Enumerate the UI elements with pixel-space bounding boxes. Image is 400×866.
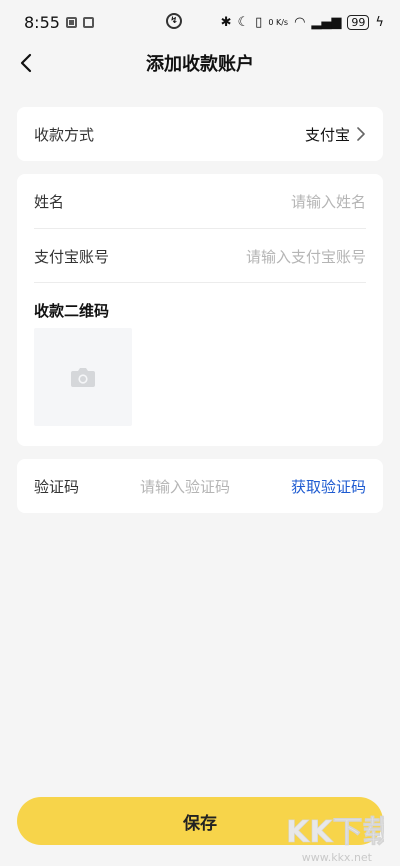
chevron-right-icon bbox=[357, 127, 365, 141]
camera-icon bbox=[71, 368, 95, 387]
name-row: 姓名 请输入姓名 bbox=[34, 174, 366, 228]
bluetooth-icon: ✱ bbox=[220, 14, 232, 30]
notification-icon-2 bbox=[82, 16, 94, 28]
verification-label: 验证码 bbox=[34, 477, 80, 496]
name-input[interactable]: 请输入姓名 bbox=[291, 191, 366, 212]
payment-method-value-wrap: 支付宝 bbox=[305, 124, 366, 145]
charging-icon: ϟ bbox=[375, 14, 384, 30]
payment-method-label: 收款方式 bbox=[34, 125, 95, 144]
wifi-icon: ◠ bbox=[294, 14, 306, 30]
account-row: 支付宝账号 请输入支付宝账号 bbox=[34, 229, 366, 283]
page-title: 添加收款账户 bbox=[146, 54, 254, 75]
divider bbox=[34, 282, 366, 283]
battery-icon: 99 bbox=[347, 14, 370, 30]
net-speed: 0 K/s bbox=[268, 17, 289, 27]
name-label: 姓名 bbox=[34, 192, 65, 211]
status-right: ✱ ☾ ▯ 0 K/s ◠ ▂▄▆ 99 ϟ bbox=[220, 14, 384, 30]
account-info-card: 姓名 请输入姓名 支付宝账号 请输入支付宝账号 收款二维码 bbox=[17, 174, 383, 446]
status-time: 8:55 bbox=[24, 12, 60, 32]
verification-input[interactable]: 请输入验证码 bbox=[140, 476, 291, 497]
nav-bar: 添加收款账户 bbox=[0, 44, 400, 82]
qr-code-title: 收款二维码 bbox=[34, 302, 110, 320]
payment-method-value: 支付宝 bbox=[304, 125, 350, 144]
get-code-button[interactable]: 获取验证码 bbox=[291, 476, 366, 497]
svg-text:KK下载: KK下载 bbox=[286, 815, 384, 850]
vibrate-icon: ▯ bbox=[255, 14, 263, 30]
status-bar: 8:55 ↯ ✱ ☾ ▯ 0 K/s ◠ ▂▄▆ 99 ϟ bbox=[0, 0, 400, 44]
payment-method-card[interactable]: 收款方式 支付宝 bbox=[17, 107, 383, 161]
account-label: 支付宝账号 bbox=[34, 247, 110, 266]
notification-icon bbox=[65, 16, 77, 28]
moon-icon: ☾ bbox=[237, 14, 250, 30]
data-saver-icon: ↯ bbox=[166, 13, 182, 29]
signal-icon: ▂▄▆ bbox=[311, 14, 342, 30]
verification-row: 验证码 请输入验证码 获取验证码 bbox=[34, 459, 366, 513]
qr-upload-box[interactable] bbox=[34, 328, 132, 426]
account-input[interactable]: 请输入支付宝账号 bbox=[246, 246, 366, 267]
watermark-url: www.kkx.net bbox=[301, 851, 372, 864]
payment-method-row[interactable]: 收款方式 支付宝 bbox=[34, 107, 366, 161]
verification-card: 验证码 请输入验证码 获取验证码 bbox=[17, 459, 383, 513]
status-left: 8:55 bbox=[24, 13, 94, 32]
